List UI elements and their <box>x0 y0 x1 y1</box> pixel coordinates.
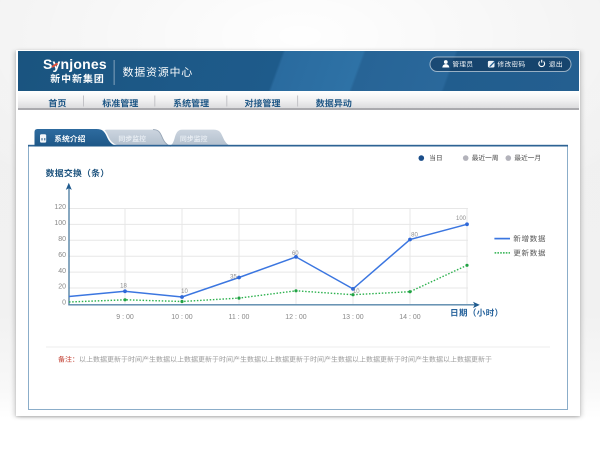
svg-text:18: 18 <box>120 284 127 290</box>
svg-text:100: 100 <box>54 220 66 227</box>
svg-text:14 : 00: 14 : 00 <box>399 314 421 321</box>
svg-text:9 : 00: 9 : 00 <box>116 314 134 321</box>
svg-text:12 : 00: 12 : 00 <box>285 314 307 321</box>
svg-text:10: 10 <box>181 289 188 295</box>
svg-text:120: 120 <box>54 204 66 211</box>
svg-text:0: 0 <box>62 300 66 307</box>
svg-text:13 : 00: 13 : 00 <box>342 314 364 321</box>
svg-text:60: 60 <box>292 251 299 257</box>
svg-text:20: 20 <box>58 284 66 291</box>
svg-text:11 : 00: 11 : 00 <box>229 314 250 321</box>
svg-text:80: 80 <box>411 233 418 239</box>
svg-text:35: 35 <box>230 275 237 281</box>
svg-text:40: 40 <box>58 268 66 275</box>
svg-text:60: 60 <box>58 252 66 259</box>
svg-text:10: 10 <box>353 289 360 295</box>
svg-text:10 : 00: 10 : 00 <box>171 314 193 321</box>
svg-text:100: 100 <box>456 216 467 222</box>
svg-text:80: 80 <box>58 236 66 243</box>
